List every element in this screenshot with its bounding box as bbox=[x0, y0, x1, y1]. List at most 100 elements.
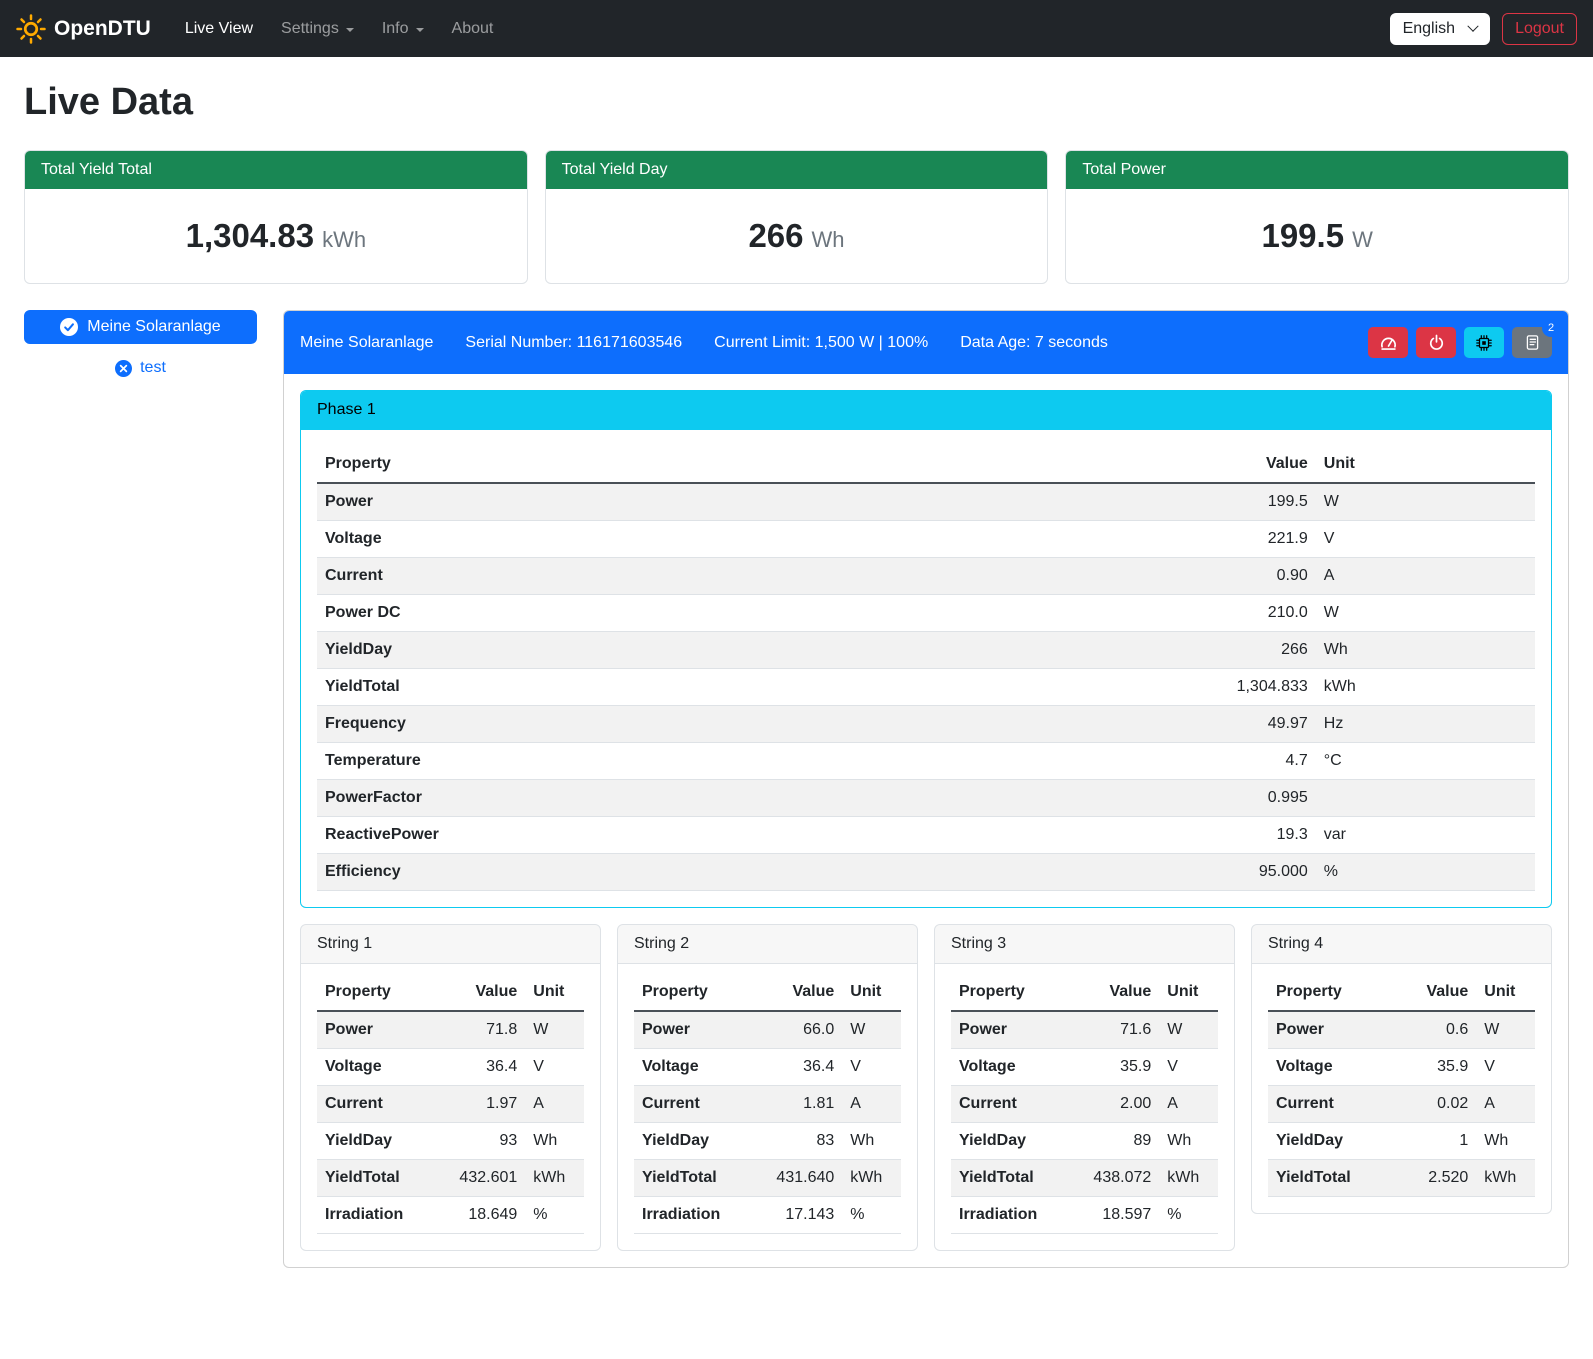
unit-cell: V bbox=[1159, 1049, 1218, 1086]
total-yield-day-card: Total Yield Day 266Wh bbox=[545, 150, 1049, 284]
table-row: Current 1.81 A bbox=[634, 1086, 901, 1123]
value-cell: 95.000 bbox=[915, 854, 1316, 891]
value-cell: 93 bbox=[434, 1123, 526, 1160]
value-cell: 18.597 bbox=[1068, 1197, 1160, 1234]
value-cell: 199.5 bbox=[915, 483, 1316, 521]
table-row: Power 199.5 W bbox=[317, 483, 1535, 521]
value-cell: 1.97 bbox=[434, 1086, 526, 1123]
unit-cell: W bbox=[1316, 595, 1535, 632]
limit-settings-button[interactable] bbox=[1368, 327, 1408, 358]
property-cell: Efficiency bbox=[317, 854, 915, 891]
language-label: English bbox=[1403, 20, 1455, 38]
unit-cell: % bbox=[1159, 1197, 1218, 1234]
property-cell: Temperature bbox=[317, 743, 915, 780]
cpu-icon bbox=[1475, 334, 1493, 352]
property-cell: YieldDay bbox=[634, 1123, 751, 1160]
table-row: Power DC 210.0 W bbox=[317, 595, 1535, 632]
table-row: PowerFactor 0.995 bbox=[317, 780, 1535, 817]
power-button[interactable] bbox=[1416, 327, 1456, 358]
table-row: Voltage 36.4 V bbox=[634, 1049, 901, 1086]
inverter-data-age: Data Age: 7 seconds bbox=[960, 334, 1108, 352]
property-cell: Voltage bbox=[951, 1049, 1068, 1086]
nav-live-view[interactable]: Live View bbox=[173, 12, 265, 46]
table-row: Current 0.02 A bbox=[1268, 1086, 1535, 1123]
unit-cell: W bbox=[1159, 1011, 1218, 1049]
value-cell: 1,304.833 bbox=[915, 669, 1316, 706]
gauge-icon bbox=[1379, 333, 1398, 352]
unit-cell: kWh bbox=[842, 1160, 901, 1197]
inverter-list: Meine Solaranlage test bbox=[24, 310, 257, 377]
unit-cell: Wh bbox=[525, 1123, 584, 1160]
col-value: Value bbox=[1068, 974, 1160, 1011]
table-row: YieldDay 83 Wh bbox=[634, 1123, 901, 1160]
table-header-row: Property Value Unit bbox=[317, 446, 1535, 483]
col-unit: Unit bbox=[1159, 974, 1218, 1011]
nav-info[interactable]: Info bbox=[370, 12, 436, 46]
property-cell: Voltage bbox=[317, 1049, 434, 1086]
value-cell: 71.8 bbox=[434, 1011, 526, 1049]
string-3-table: Property Value Unit Power bbox=[951, 974, 1218, 1234]
language-selector[interactable]: English bbox=[1390, 13, 1490, 45]
unit-cell: A bbox=[1159, 1086, 1218, 1123]
string-1-card: String 1 Property Value Unit bbox=[300, 924, 601, 1251]
value-cell: 19.3 bbox=[915, 817, 1316, 854]
unit-cell: °C bbox=[1316, 743, 1535, 780]
property-cell: YieldTotal bbox=[634, 1160, 751, 1197]
unit-cell: % bbox=[1316, 854, 1535, 891]
property-cell: YieldTotal bbox=[1268, 1160, 1395, 1197]
phase-card: Phase 1 Property Value Unit bbox=[300, 390, 1552, 908]
card-value: 199.5 bbox=[1261, 217, 1344, 254]
table-row: Voltage 35.9 V bbox=[951, 1049, 1218, 1086]
event-log-button[interactable]: 2 bbox=[1512, 327, 1552, 358]
table-header-row: Property Value Unit bbox=[1268, 974, 1535, 1011]
device-info-button[interactable] bbox=[1464, 327, 1504, 358]
unit-cell: kWh bbox=[525, 1160, 584, 1197]
unit-cell: var bbox=[1316, 817, 1535, 854]
table-row: YieldTotal 431.640 kWh bbox=[634, 1160, 901, 1197]
value-cell: 2.00 bbox=[1068, 1086, 1160, 1123]
nav-settings[interactable]: Settings bbox=[269, 12, 366, 46]
unit-cell: % bbox=[525, 1197, 584, 1234]
value-cell: 0.6 bbox=[1395, 1011, 1476, 1049]
table-row: ReactivePower 19.3 var bbox=[317, 817, 1535, 854]
card-value: 266 bbox=[748, 217, 803, 254]
value-cell: 4.7 bbox=[915, 743, 1316, 780]
inverter-limit: Current Limit: 1,500 W | 100% bbox=[714, 334, 928, 352]
value-cell: 66.0 bbox=[751, 1011, 843, 1049]
property-cell: YieldTotal bbox=[317, 669, 915, 706]
unit-cell: W bbox=[1476, 1011, 1535, 1049]
property-cell: ReactivePower bbox=[317, 817, 915, 854]
check-circle-icon bbox=[60, 318, 78, 336]
unit-cell: V bbox=[1316, 521, 1535, 558]
value-cell: 210.0 bbox=[915, 595, 1316, 632]
inverter-item-test[interactable]: test bbox=[24, 359, 257, 377]
property-cell: Current bbox=[317, 1086, 434, 1123]
summary-cards: Total Yield Total 1,304.83kWh Total Yiel… bbox=[24, 150, 1569, 284]
col-property: Property bbox=[317, 974, 434, 1011]
page-title: Live Data bbox=[24, 81, 1569, 124]
property-cell: Irradiation bbox=[634, 1197, 751, 1234]
table-header-row: Property Value Unit bbox=[951, 974, 1218, 1011]
sun-logo-icon bbox=[16, 14, 46, 44]
table-row: Current 1.97 A bbox=[317, 1086, 584, 1123]
logout-button[interactable]: Logout bbox=[1502, 13, 1577, 45]
property-cell: Power bbox=[951, 1011, 1068, 1049]
property-cell: YieldDay bbox=[317, 1123, 434, 1160]
unit-cell: kWh bbox=[1476, 1160, 1535, 1197]
string-1-table: Property Value Unit Power bbox=[317, 974, 584, 1234]
caret-down-icon bbox=[416, 28, 424, 32]
col-property: Property bbox=[1268, 974, 1395, 1011]
col-value: Value bbox=[915, 446, 1316, 483]
journal-icon bbox=[1524, 334, 1541, 351]
inverter-select-button[interactable]: Meine Solaranlage bbox=[24, 310, 257, 344]
nav-about[interactable]: About bbox=[440, 12, 506, 46]
brand[interactable]: OpenDTU bbox=[16, 14, 151, 44]
top-navbar: OpenDTU Live View Settings Info About En… bbox=[0, 0, 1593, 57]
card-title: Total Yield Day bbox=[546, 151, 1048, 189]
table-row: Current 2.00 A bbox=[951, 1086, 1218, 1123]
table-row: YieldTotal 1,304.833 kWh bbox=[317, 669, 1535, 706]
col-property: Property bbox=[951, 974, 1068, 1011]
table-row: YieldTotal 438.072 kWh bbox=[951, 1160, 1218, 1197]
card-title: Total Yield Total bbox=[25, 151, 527, 189]
inverter-card-header: Meine Solaranlage Serial Number: 1161716… bbox=[284, 311, 1568, 374]
